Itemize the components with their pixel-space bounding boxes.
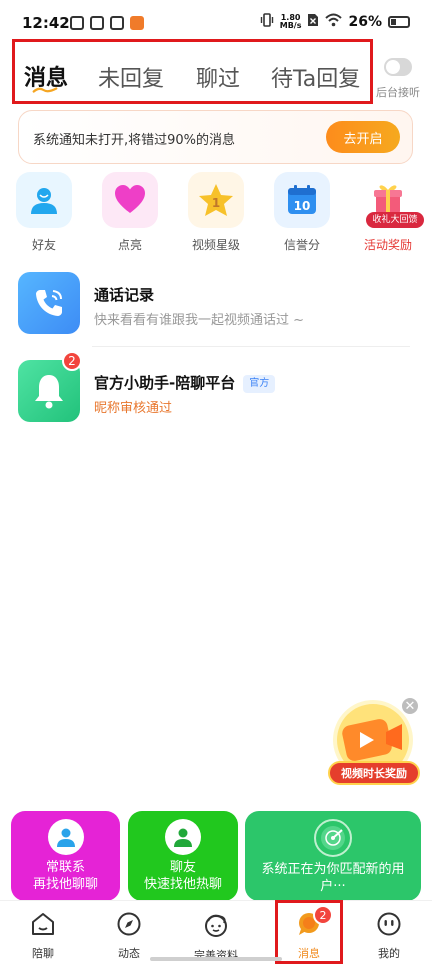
official-tag: 官方 bbox=[243, 374, 276, 393]
gift-icon: 收礼大回馈 bbox=[360, 172, 424, 228]
credit-value: 10 bbox=[294, 199, 311, 213]
card-chat-friends[interactable]: 聊友 快速找他热聊 bbox=[128, 811, 238, 901]
nav-label: 我的 bbox=[378, 947, 400, 960]
star-value: 1 bbox=[212, 196, 220, 210]
radar-icon bbox=[314, 819, 352, 857]
shortcut-credit-score[interactable]: 10 信誉分 bbox=[267, 172, 337, 253]
conversation-call-history[interactable]: 通话记录 快来看看有谁跟我一起视频通话过 ~ bbox=[18, 272, 414, 336]
background-answer-toggle[interactable] bbox=[384, 58, 412, 76]
nav-label: 陪聊 bbox=[32, 947, 54, 960]
notification-icon bbox=[70, 16, 84, 30]
conversation-title: 通话记录 bbox=[94, 286, 155, 304]
nav-complete-profile[interactable]: 完善资料 bbox=[176, 911, 256, 963]
conversation-subtitle: 快来看看有谁跟我一起视频通话过 ~ bbox=[94, 313, 305, 328]
star-icon: 1 bbox=[188, 172, 244, 228]
shortcut-video-star[interactable]: 1 视频星级 bbox=[181, 172, 251, 253]
heart-icon bbox=[102, 172, 158, 228]
network-speed-unit: MB/s bbox=[279, 21, 302, 30]
banner-text: 系统通知未打开,将错过90%的消息 bbox=[33, 133, 236, 148]
no-sim-icon bbox=[307, 13, 319, 31]
status-app-icons bbox=[70, 16, 144, 30]
vibrate-icon bbox=[260, 13, 274, 31]
profile-face-icon bbox=[205, 914, 227, 937]
background-answer-label: 后台接听 bbox=[376, 86, 420, 99]
calendar-icon: 10 bbox=[274, 172, 330, 228]
conversation-subtitle: 昵称审核通过 bbox=[94, 401, 173, 416]
tab-chatted[interactable]: 聊过 bbox=[196, 61, 240, 93]
compass-icon bbox=[117, 912, 141, 936]
card-subtitle: 再找他聊聊 bbox=[32, 877, 98, 892]
unread-badge: 2 bbox=[62, 351, 82, 371]
nav-companion[interactable]: 陪聊 bbox=[3, 911, 83, 961]
conversation-title: 官方小助手-陪聊平台 官方 bbox=[94, 372, 276, 393]
card-frequent-contacts[interactable]: 常联系 再找他聊聊 bbox=[11, 811, 120, 901]
messages-nav-highlight bbox=[275, 900, 343, 964]
wifi-icon bbox=[325, 13, 343, 31]
shortcut-light-up[interactable]: 点亮 bbox=[95, 172, 165, 253]
gift-tag: 收礼大回馈 bbox=[366, 212, 424, 228]
tab-waiting-reply[interactable]: 待Ta回复 bbox=[271, 61, 360, 93]
video-reward-label: 视频时长奖励 bbox=[328, 761, 420, 785]
person-icon bbox=[165, 819, 201, 855]
shortcut-label: 点亮 bbox=[117, 238, 142, 252]
card-title: 系统正在为你匹配新的用 bbox=[261, 862, 405, 877]
app-icon bbox=[110, 16, 124, 30]
bottom-navigation: 陪聊 动态 完善资料 2 消息 我的 bbox=[0, 900, 432, 964]
status-right: 1.80 MB/s 26% bbox=[260, 13, 410, 31]
person-icon bbox=[47, 819, 84, 855]
home-indicator[interactable] bbox=[150, 957, 282, 961]
smiley-icon bbox=[377, 912, 401, 936]
person-icon bbox=[16, 172, 72, 228]
phone-icon bbox=[18, 272, 80, 334]
notification-permission-banner: 系统通知未打开,将错过90%的消息 去开启 bbox=[18, 110, 413, 164]
battery-icon bbox=[388, 16, 410, 28]
nav-me[interactable]: 我的 bbox=[349, 911, 429, 961]
network-speed: 1.80 MB/s bbox=[280, 14, 302, 30]
app-icon bbox=[90, 16, 104, 30]
card-title: 常联系 bbox=[45, 860, 85, 875]
shortcut-label: 视频星级 bbox=[191, 238, 240, 252]
card-matching-users[interactable]: 系统正在为你匹配新的用 户··· bbox=[245, 811, 421, 901]
battery-text: 26% bbox=[348, 14, 382, 30]
shortcut-label: 好友 bbox=[31, 238, 56, 252]
enable-notifications-button[interactable]: 去开启 bbox=[326, 121, 400, 153]
shortcut-label: 活动奖励 bbox=[363, 238, 412, 252]
nav-feed[interactable]: 动态 bbox=[89, 911, 169, 961]
shortcut-activity-rewards[interactable]: 收礼大回馈 活动奖励 bbox=[353, 172, 424, 253]
status-time: 12:42 bbox=[22, 14, 70, 32]
divider bbox=[92, 346, 410, 347]
close-icon[interactable]: ✕ bbox=[400, 696, 420, 716]
card-title: 聊友 bbox=[169, 860, 196, 875]
conversation-title-text: 官方小助手-陪聊平台 bbox=[94, 374, 236, 392]
tab-unreplied[interactable]: 未回复 bbox=[98, 61, 164, 93]
shortcut-friends[interactable]: 好友 bbox=[9, 172, 79, 253]
app-icon bbox=[130, 16, 144, 30]
status-bar: 12:42 1.80 MB/s 26% bbox=[0, 0, 432, 38]
active-tab-indicator bbox=[32, 87, 58, 93]
home-icon bbox=[32, 913, 54, 935]
card-subtitle: 快速找他热聊 bbox=[143, 877, 222, 892]
card-subtitle: 户··· bbox=[320, 879, 346, 894]
shortcut-label: 信誉分 bbox=[283, 238, 320, 252]
conversation-official-assistant[interactable]: 2 官方小助手-陪聊平台 官方 昵称审核通过 bbox=[18, 351, 414, 424]
